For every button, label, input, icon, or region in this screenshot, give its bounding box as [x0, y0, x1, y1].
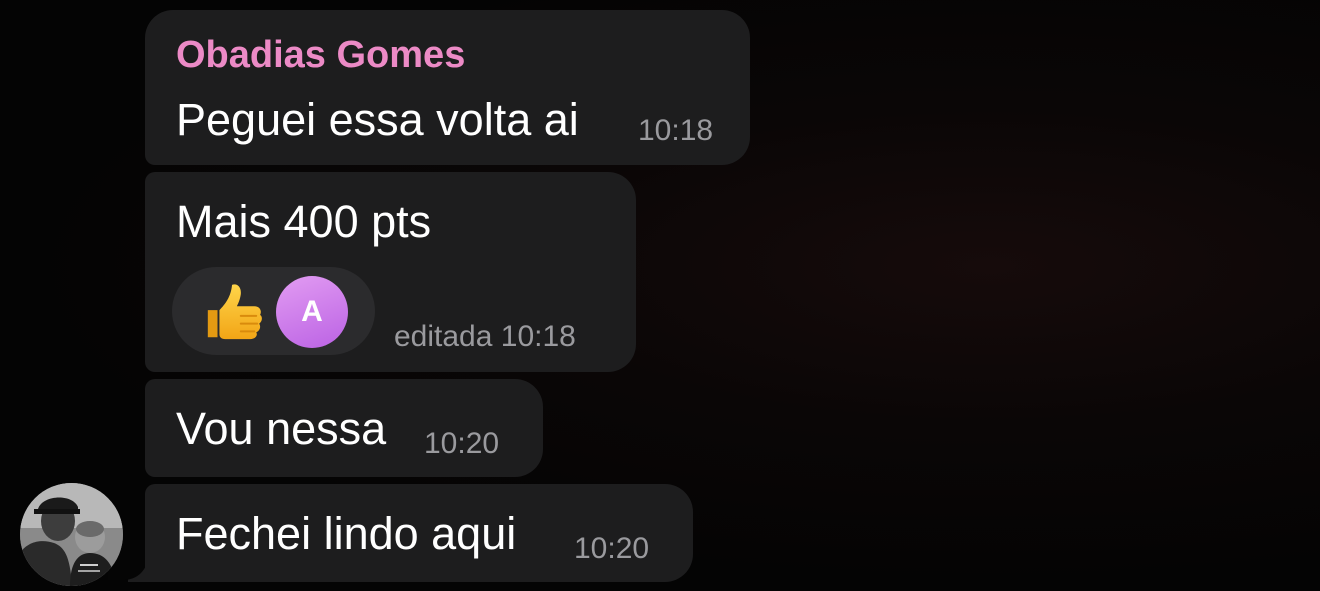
message-text: Fechei lindo aqui: [176, 508, 517, 559]
reactor-avatar[interactable]: A: [276, 276, 348, 348]
message-bubble[interactable]: Vou nessa 10:20: [145, 379, 543, 477]
message-bubble[interactable]: Fechei lindo aqui 10:20: [145, 484, 693, 582]
message-time: 10:20: [574, 532, 650, 565]
message-bubble[interactable]: Obadias Gomes Peguei essa volta ai 10:18: [145, 10, 750, 165]
message-time: editada 10:18: [394, 320, 576, 353]
sender-avatar[interactable]: [20, 483, 123, 586]
message-time: 10:18: [638, 114, 714, 147]
message-text: Vou nessa: [176, 403, 387, 454]
user-avatar-photo-icon: [20, 483, 123, 586]
thumbs-up-icon: [207, 284, 262, 340]
reaction-pill[interactable]: A: [172, 267, 375, 355]
message-text: Mais 400 pts: [176, 196, 432, 247]
message-time: 10:20: [424, 427, 500, 460]
sender-name[interactable]: Obadias Gomes: [176, 34, 465, 77]
message-text: Peguei essa volta ai: [176, 94, 579, 145]
message-bubble[interactable]: Mais 400 pts A editada 10:18: [145, 172, 636, 372]
